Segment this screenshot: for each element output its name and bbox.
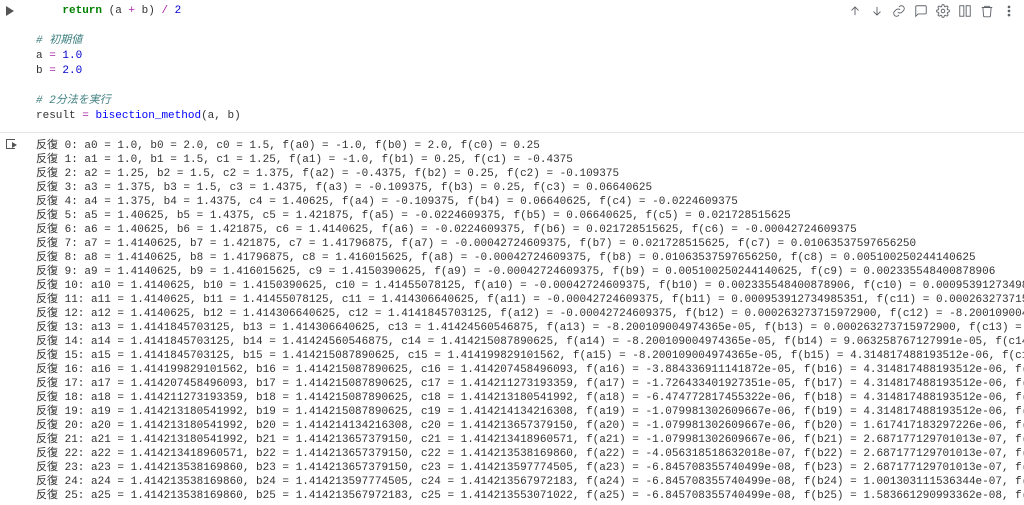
cell-toolbar <box>848 4 1016 22</box>
link-icon[interactable] <box>892 4 906 22</box>
run-cell-icon[interactable] <box>6 6 14 16</box>
more-icon[interactable] <box>1002 4 1016 22</box>
output-area: 反復 0: a0 = 1.0, b0 = 2.0, c0 = 1.5, f(a0… <box>36 133 1024 505</box>
code-cell[interactable]: return (a + b) / 2 # 初期値 a = 1.0 b = 2.0… <box>36 0 241 132</box>
move-down-icon[interactable] <box>870 4 884 22</box>
gear-icon[interactable] <box>936 4 950 22</box>
comment-icon[interactable] <box>914 4 928 22</box>
mirror-icon[interactable] <box>958 4 972 22</box>
delete-icon[interactable] <box>980 4 994 22</box>
move-up-icon[interactable] <box>848 4 862 22</box>
output-icon <box>6 139 20 149</box>
